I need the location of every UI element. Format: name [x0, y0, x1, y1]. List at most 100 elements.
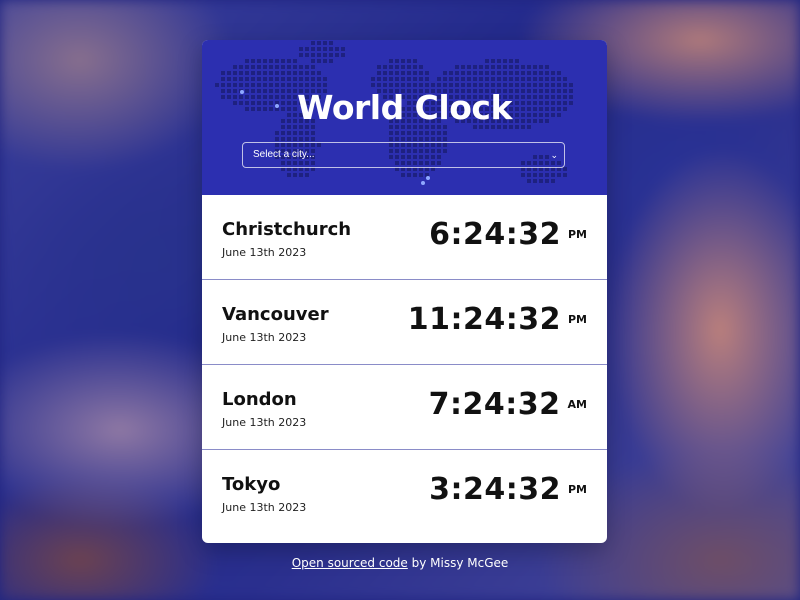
map-dot: [557, 77, 561, 81]
map-dot: [305, 71, 309, 75]
map-dot: [287, 77, 291, 81]
map-dot: [491, 71, 495, 75]
clock-row: Tokyo June 13th 2023 3:24:32 PM: [202, 450, 607, 535]
map-dot: [503, 77, 507, 81]
map-dot: [521, 65, 525, 69]
map-dot: [287, 137, 291, 141]
source-code-link[interactable]: Open sourced code: [292, 556, 408, 570]
map-dot: [527, 77, 531, 81]
clock-row: London June 13th 2023 7:24:32 AM: [202, 365, 607, 450]
map-dot: [263, 83, 267, 87]
map-dot: [455, 77, 459, 81]
map-dot: [263, 65, 267, 69]
map-dot: [299, 53, 303, 57]
map-dot: [449, 83, 453, 87]
map-dot: [401, 137, 405, 141]
map-dot: [263, 77, 267, 81]
map-dot: [473, 71, 477, 75]
map-dot: [395, 71, 399, 75]
map-dot: [263, 59, 267, 63]
map-dot: [407, 59, 411, 63]
map-dot: [455, 65, 459, 69]
map-dot: [443, 71, 447, 75]
map-dot: [281, 131, 285, 135]
map-dot: [311, 59, 315, 63]
map-dot: [431, 83, 435, 87]
map-dot: [419, 65, 423, 69]
map-dot: [377, 83, 381, 87]
map-dot: [245, 83, 249, 87]
map-dot: [395, 131, 399, 135]
map-dot: [551, 77, 555, 81]
map-dot: [545, 173, 549, 177]
map-dot: [563, 83, 567, 87]
map-dot: [491, 59, 495, 63]
map-dot: [503, 83, 507, 87]
map-dot: [545, 65, 549, 69]
map-dot: [425, 77, 429, 81]
map-dot: [527, 83, 531, 87]
map-dot: [479, 71, 483, 75]
map-dot: [497, 71, 501, 75]
map-dot: [299, 47, 303, 51]
map-dot: [299, 173, 303, 177]
map-dot: [269, 83, 273, 87]
map-dot: [239, 77, 243, 81]
map-dot: [491, 65, 495, 69]
city-name: Vancouver: [222, 304, 329, 325]
map-dot: [401, 77, 405, 81]
map-dot: [257, 65, 261, 69]
map-dot: [305, 77, 309, 81]
map-dot: [467, 65, 471, 69]
map-dot: [515, 83, 519, 87]
map-dot: [413, 71, 417, 75]
map-dot: [407, 71, 411, 75]
map-dot: [479, 83, 483, 87]
map-dot: [515, 71, 519, 75]
map-dot: [401, 131, 405, 135]
map-dot: [533, 173, 537, 177]
page-title: World Clock: [297, 88, 512, 127]
time-period: PM: [567, 313, 587, 326]
map-dot: [419, 173, 423, 177]
map-dot: [419, 131, 423, 135]
city-name: Christchurch: [222, 219, 352, 240]
map-dot: [293, 173, 297, 177]
world-clock-card: World Clock Select a city... ⌄ Christchu…: [202, 40, 607, 543]
map-dot: [305, 47, 309, 51]
chevron-down-icon: ⌄: [550, 150, 558, 160]
map-dot: [401, 83, 405, 87]
map-dot: [317, 47, 321, 51]
map-dot: [293, 83, 297, 87]
map-dot: [539, 77, 543, 81]
map-dot: [251, 71, 255, 75]
map-dot: [455, 71, 459, 75]
map-dot: [455, 83, 459, 87]
map-dot: [419, 77, 423, 81]
map-dot: [497, 65, 501, 69]
time-value: 6:24:32: [429, 217, 561, 252]
map-dot: [305, 131, 309, 135]
map-dot: [275, 65, 279, 69]
map-dot: [497, 59, 501, 63]
map-dot: [293, 65, 297, 69]
map-dot: [461, 83, 465, 87]
map-dot: [437, 137, 441, 141]
map-dot: [485, 59, 489, 63]
map-dot: [401, 59, 405, 63]
map-dot: [377, 77, 381, 81]
map-dot: [221, 77, 225, 81]
map-dot: [311, 53, 315, 57]
map-dot: [383, 65, 387, 69]
map-dot: [269, 77, 273, 81]
city-select[interactable]: Select a city... ⌄: [242, 142, 565, 168]
map-dot: [335, 47, 339, 51]
map-dot: [497, 77, 501, 81]
map-dot: [383, 71, 387, 75]
map-dot: [281, 77, 285, 81]
map-dot: [311, 137, 315, 141]
map-dot: [413, 83, 417, 87]
map-dot: [551, 173, 555, 177]
map-dot: [425, 137, 429, 141]
map-dot: [539, 173, 543, 177]
